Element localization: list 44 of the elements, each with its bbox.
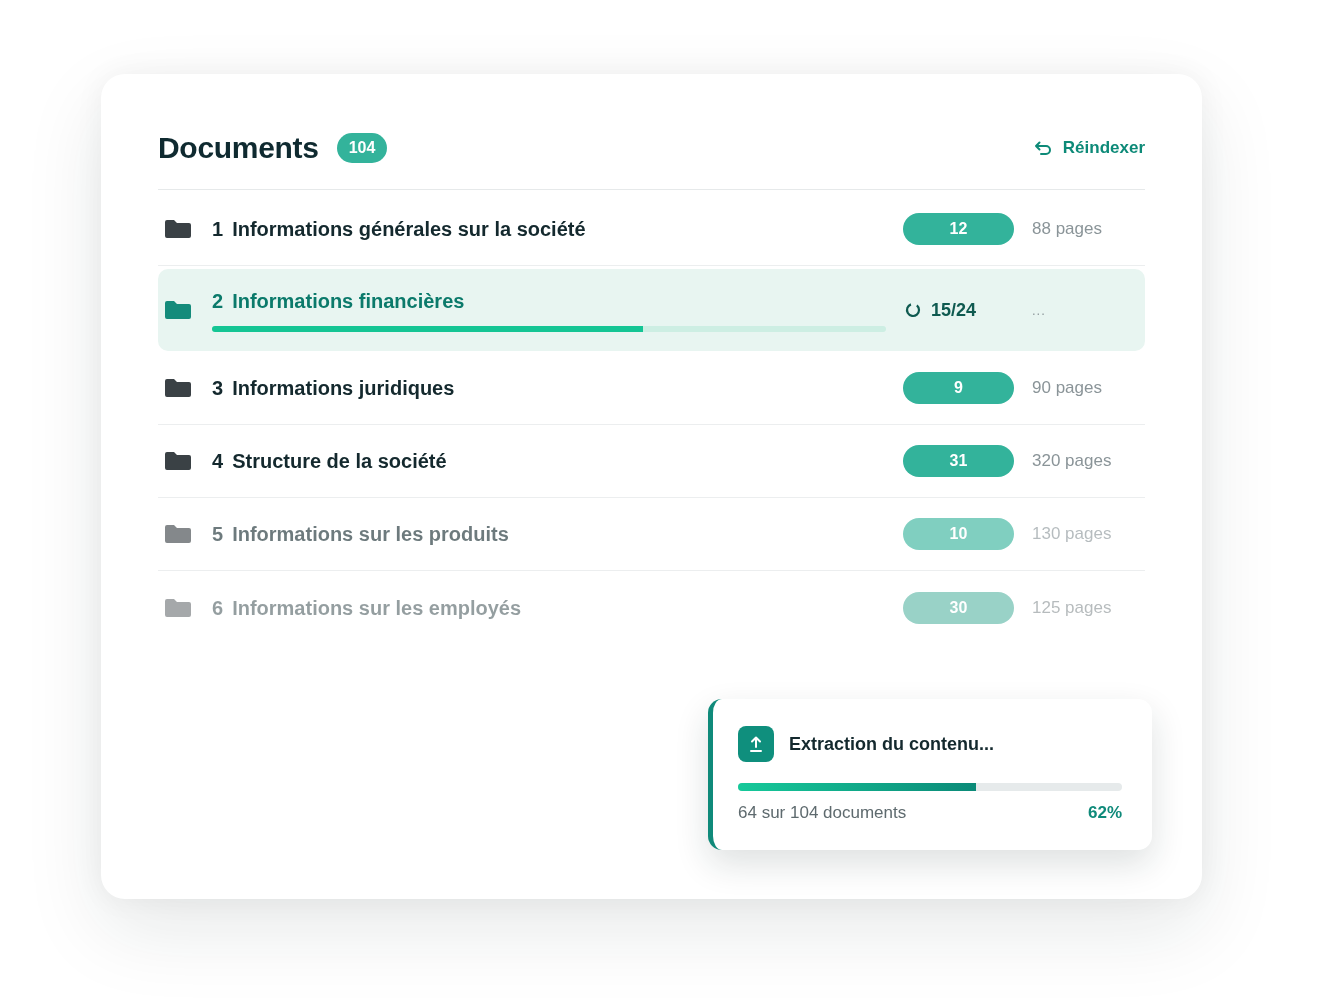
toast-title: Extraction du contenu... — [789, 733, 994, 755]
file-count-badge: 12 — [903, 213, 1014, 245]
folder-title: Informations sur les employés — [232, 595, 522, 620]
folder-number: 5 — [212, 522, 224, 546]
document-count-badge: 104 — [336, 133, 388, 163]
folder-icon — [165, 378, 191, 398]
folder-title: Informations générales sur la société — [232, 217, 586, 241]
page-count: 130 pages — [1032, 524, 1113, 544]
folder-icon — [165, 451, 191, 471]
folder-number: 1 — [212, 217, 224, 241]
folder-icon — [165, 597, 191, 618]
upload-icon — [738, 726, 774, 762]
spinner-icon — [905, 302, 921, 318]
page-count: 90 pages — [1032, 378, 1103, 398]
page-count: 125 pages — [1032, 597, 1113, 618]
progress-count: 15/24 — [931, 299, 977, 321]
folder-number: 3 — [212, 376, 224, 400]
page-count: 88 pages — [1032, 219, 1103, 239]
page-title: Documents — [158, 131, 319, 165]
file-count-badge: 10 — [903, 518, 1014, 550]
percent-text: 62% — [1087, 803, 1122, 823]
folder-number: 4 — [212, 449, 224, 473]
folder-title: Structure de la société — [232, 449, 447, 473]
more-indicator: ... — [1032, 302, 1047, 318]
folder-number: 2 — [212, 288, 224, 313]
page-count: 320 pages — [1032, 451, 1113, 471]
file-count-badge: 30 — [903, 591, 1014, 624]
file-count-badge: 9 — [903, 372, 1014, 404]
folder-icon — [165, 300, 191, 320]
folder-icon — [165, 524, 191, 544]
document-progress-text: 64 sur 104 documents — [738, 803, 907, 823]
folder-title: Informations sur les produits — [232, 522, 509, 546]
folder-row[interactable]: 2 Informations financières 15/24 ... — [158, 269, 1145, 351]
folder-title: Informations juridiques — [232, 376, 455, 400]
folder-row[interactable]: 4 Structure de la société 31 320 pages — [158, 425, 1145, 498]
folder-icon — [165, 219, 191, 239]
folder-row[interactable]: 3 Informations juridiques 9 90 pages — [158, 352, 1145, 425]
reindex-button[interactable]: Réindexer — [1033, 134, 1145, 162]
folder-row[interactable]: 5 Informations sur les produits 10 130 pages — [158, 498, 1145, 571]
file-count-badge: 31 — [903, 445, 1014, 477]
folder-number: 6 — [212, 595, 224, 620]
folder-title: Informations financières — [232, 288, 465, 313]
return-arrow-icon — [1033, 141, 1052, 155]
folder-row[interactable]: 1 Informations générales sur la société 12 88 pages — [158, 193, 1145, 266]
